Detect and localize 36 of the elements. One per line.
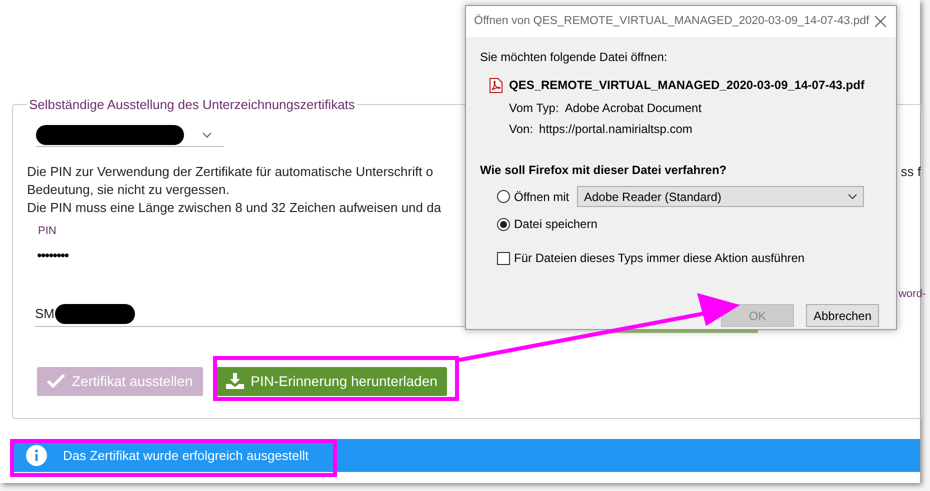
application-dropdown[interactable]: Adobe Reader (Standard) [577,186,864,207]
name-value: SM [35,305,54,324]
file-name: QES_REMOTE_VIRTUAL_MANAGED_2020-03-09_14-07-43.pdf [509,77,864,94]
side-link[interactable]: word- [898,286,926,302]
dialog-title: Öffnen von QES_REMOTE_VIRTUAL_MANAGED_2020-03-09_14-07-43.pdf [474,13,870,29]
checkbox-label[interactable]: Für Dateien dieses Typs immer diese Aktion ausführen [514,249,805,267]
chevron-down-icon [848,194,857,199]
pin-label: PIN [38,224,56,238]
checkmark-icon [47,374,65,388]
detail-value: Adobe Acrobat Document [564,100,702,117]
notification-text: Das Zertifikat wurde erfolgreich ausgestellt [63,446,309,465]
radio-button[interactable] [497,190,510,203]
pin-field[interactable]: •••••••• [37,245,68,266]
detail-label: Vom Typ: [509,100,559,117]
detail-label: Von: [509,121,534,138]
certificate-dropdown[interactable] [36,124,224,146]
dialog-button[interactable]: Abbrechen [806,304,879,327]
panel-legend: Selbständige Ausstellung des Unterzeichnungszertifikats [27,95,357,114]
radio-button[interactable] [497,218,510,230]
intro-text: Die PIN muss eine Länge zwischen 8 und 32 Zeichen aufweisen und da [27,198,442,216]
intro-text: Die PIN zur Verwendung der Zertifikate für automatische Unterschrift o [27,162,434,180]
download-button[interactable]: PIN-Erinnerung herunterladen [216,366,448,396]
download-icon [226,373,244,389]
chevron-down-icon [202,132,212,138]
option-label[interactable]: Öffnen mit [514,188,577,206]
option-label[interactable]: Datei speichern [514,215,598,233]
intro-text: ss f [900,162,921,180]
checkbox[interactable] [497,252,510,264]
dialog-prompt: Sie möchten folgende Datei öffnen: [480,49,668,66]
detail-value: https://portal.namirialtsp.com [539,121,692,138]
name-field[interactable]: SM [35,302,467,326]
dialog-question: Wie soll Firefox mit dieser Datei verfahren? [480,162,728,179]
pdf-file-icon [489,78,503,92]
intro-text: Bedeutung, sie nicht zu vergessen. [27,180,230,198]
info-icon [26,445,47,466]
close-icon[interactable] [875,16,886,27]
